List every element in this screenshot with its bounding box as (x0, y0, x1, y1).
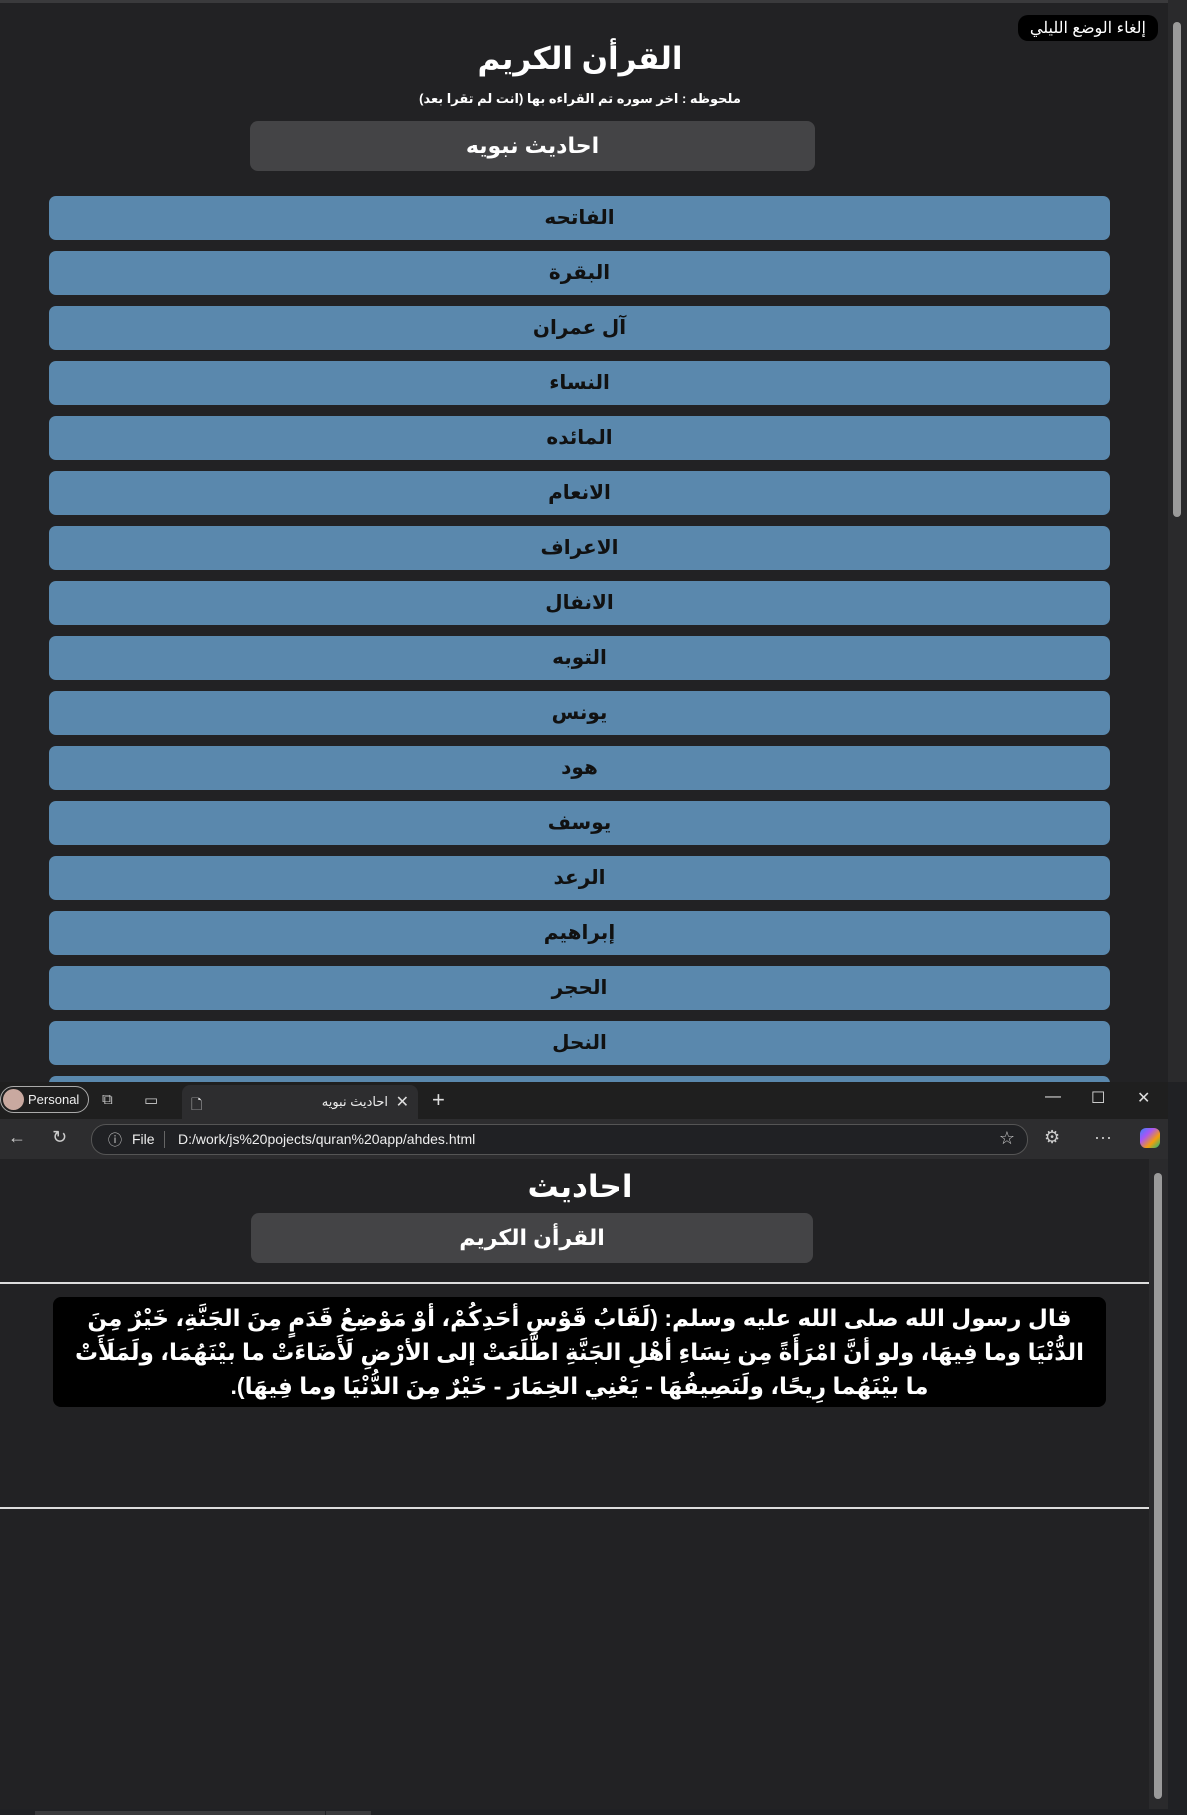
tab-strip: Personal ⧉ ▭ 🗋 احاديث نبويه ✕ + — ☐ ✕ (0, 1082, 1168, 1119)
surah-button[interactable]: المائده (49, 416, 1110, 460)
surah-button[interactable]: الفاتحه (49, 196, 1110, 240)
browser-window: Personal ⧉ ▭ 🗋 احاديث نبويه ✕ + — ☐ ✕ ← … (0, 1082, 1168, 1815)
address-scheme: File (132, 1131, 155, 1147)
quran-nav-button[interactable]: القرأن الكريم (251, 1213, 813, 1263)
address-separator (164, 1131, 165, 1148)
tab-actions-icon[interactable]: ▭ (144, 1091, 158, 1109)
page-icon: 🗋 (191, 1096, 203, 1112)
surah-button[interactable]: التوبه (49, 636, 1110, 680)
divider (0, 1282, 1163, 1284)
page-scrollbar[interactable] (1168, 0, 1187, 1082)
browser-toolbar: ← ↻ ⓘ File D:/work/js%20pojects/quran%20… (0, 1119, 1168, 1159)
page-title: احاديث (527, 1169, 633, 1204)
hadith-nav-button[interactable]: احاديث نبويه (250, 121, 815, 171)
address-url[interactable]: D:/work/js%20pojects/quran%20app/ahdes.h… (178, 1131, 475, 1147)
taskbar-strip (0, 1809, 1168, 1815)
info-icon[interactable]: ⓘ (108, 1130, 122, 1150)
surah-button[interactable]: آل عمران (49, 306, 1110, 350)
maximize-icon[interactable]: ☐ (1091, 1088, 1105, 1108)
surah-button[interactable]: إبراهيم (49, 911, 1110, 955)
surah-button[interactable]: يونس (49, 691, 1110, 735)
extensions-icon[interactable]: ⚙ (1044, 1127, 1060, 1148)
tab-title: احاديث نبويه (321, 1094, 388, 1109)
surah-button[interactable]: النساء (49, 361, 1110, 405)
workspaces-icon[interactable]: ⧉ (102, 1091, 113, 1108)
hadith-text: قال رسول الله صلى الله عليه وسلم: (لَقَا… (53, 1297, 1106, 1407)
back-icon[interactable]: ← (8, 1127, 26, 1148)
tab-active[interactable]: 🗋 احاديث نبويه ✕ (182, 1085, 418, 1119)
close-tab-icon[interactable]: ✕ (396, 1092, 409, 1112)
surah-list: الفاتحه البقرة آل عمران النساء المائده ا… (49, 196, 1110, 1082)
hadith-page: احاديث القرأن الكريم قال رسول الله صلى ا… (0, 1159, 1168, 1815)
surah-button[interactable]: يوسف (49, 801, 1110, 845)
favorite-star-icon[interactable]: ☆ (999, 1128, 1015, 1149)
surah-button[interactable]: الاعراف (49, 526, 1110, 570)
taskbar-item[interactable] (326, 1811, 371, 1815)
surah-button[interactable]: البقرة (49, 251, 1110, 295)
surah-button[interactable]: الانعام (49, 471, 1110, 515)
minimize-icon[interactable]: — (1045, 1088, 1061, 1106)
surah-button[interactable]: الرعد (49, 856, 1110, 900)
scrollbar-thumb[interactable] (1173, 22, 1181, 517)
profile-label: Personal (28, 1092, 80, 1107)
surah-button[interactable]: الحجر (49, 966, 1110, 1010)
dark-mode-toggle-button[interactable]: إلغاء الوضع الليلي (1017, 15, 1158, 41)
taskbar-item[interactable] (35, 1811, 325, 1815)
surah-button[interactable]: النحل (49, 1021, 1110, 1065)
more-options-icon[interactable]: ··· (1094, 1127, 1112, 1148)
refresh-icon[interactable]: ↻ (52, 1127, 67, 1148)
quran-page: إلغاء الوضع الليلي القرأن الكريم ملحوظه … (0, 0, 1168, 1082)
surah-button[interactable]: الانفال (49, 581, 1110, 625)
divider (0, 1507, 1163, 1509)
new-tab-icon[interactable]: + (432, 1087, 445, 1113)
content-scrollbar[interactable] (1149, 1159, 1168, 1815)
scrollbar-thumb[interactable] (1154, 1173, 1162, 1799)
last-read-note: ملحوظه : اخر سوره تم القراءه بها (انت لم… (419, 91, 741, 106)
profile-button[interactable]: Personal (0, 1086, 90, 1113)
copilot-icon[interactable] (1140, 1128, 1160, 1148)
avatar (3, 1089, 24, 1110)
surah-button[interactable]: هود (49, 746, 1110, 790)
page-title: القرأن الكريم (477, 41, 683, 76)
address-bar[interactable]: ⓘ File D:/work/js%20pojects/quran%20app/… (91, 1124, 1028, 1155)
close-window-icon[interactable]: ✕ (1137, 1088, 1150, 1108)
